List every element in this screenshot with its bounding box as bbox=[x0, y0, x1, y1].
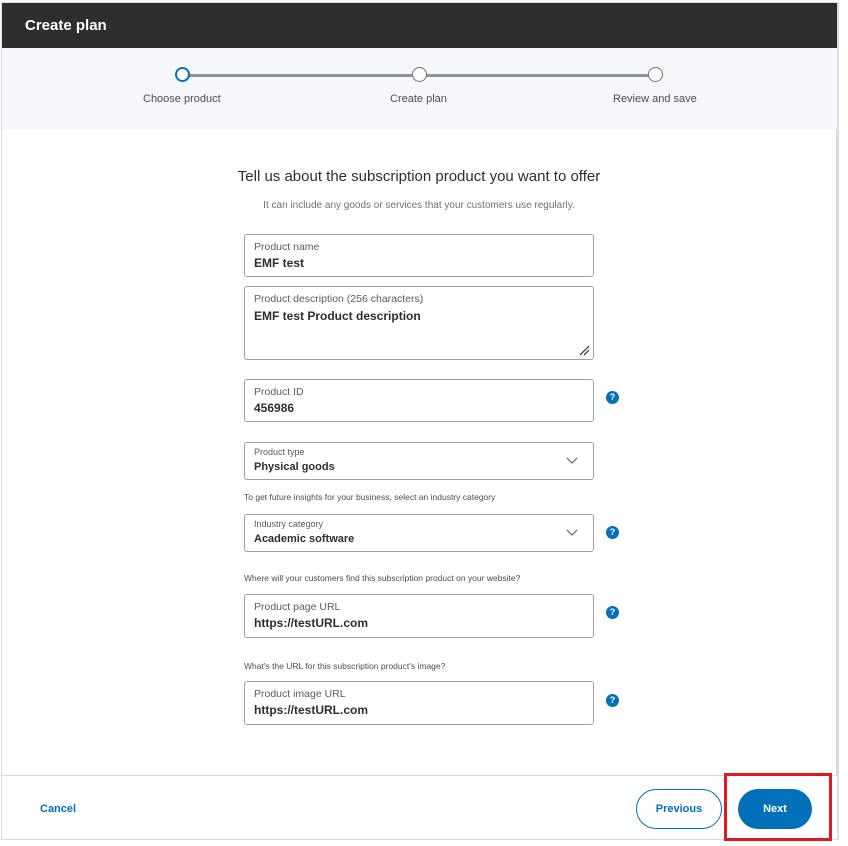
step-dot-choose-product bbox=[175, 67, 190, 82]
product-image-url-label: Product image URL bbox=[254, 688, 346, 700]
cancel-link[interactable]: Cancel bbox=[40, 803, 76, 815]
industry-category-hint: To get future insights for your business… bbox=[244, 492, 496, 502]
chevron-down-icon bbox=[566, 529, 578, 536]
product-id-value[interactable]: 456986 bbox=[254, 401, 294, 415]
product-name-value[interactable]: EMF test bbox=[254, 256, 304, 270]
product-image-url-hint: What's the URL for this subscription pro… bbox=[244, 661, 446, 671]
product-page-url-field[interactable]: Product page URL https://testURL.com bbox=[244, 594, 594, 638]
next-button-highlight-box bbox=[724, 773, 832, 841]
product-type-value: Physical goods bbox=[254, 461, 335, 473]
stepper-connector bbox=[188, 74, 412, 77]
product-description-value[interactable]: EMF test Product description bbox=[254, 309, 421, 323]
resize-handle-icon[interactable] bbox=[579, 345, 590, 356]
step-label-choose-product: Choose product bbox=[143, 93, 221, 105]
product-description-label: Product description (256 characters) bbox=[254, 293, 424, 305]
scrollbar-track bbox=[837, 2, 839, 840]
dialog-header: Create plan bbox=[2, 3, 837, 48]
page-title: Create plan bbox=[25, 17, 107, 34]
product-id-label: Product ID bbox=[254, 386, 304, 398]
stepper-connector bbox=[426, 74, 649, 77]
industry-category-help-icon[interactable]: ? bbox=[606, 526, 619, 539]
product-name-field[interactable]: Product name EMF test bbox=[244, 234, 594, 277]
form-heading: Tell us about the subscription product y… bbox=[237, 168, 601, 185]
product-page-url-value[interactable]: https://testURL.com bbox=[254, 616, 368, 630]
product-name-label: Product name bbox=[254, 241, 320, 253]
product-type-select[interactable]: Product type Physical goods bbox=[244, 442, 594, 480]
product-page-url-hint: Where will your customers find this subs… bbox=[244, 573, 521, 583]
product-image-url-field[interactable]: Product image URL https://testURL.com bbox=[244, 681, 594, 725]
step-label-review-save: Review and save bbox=[613, 93, 697, 105]
product-description-field[interactable]: Product description (256 characters) EMF… bbox=[244, 286, 594, 360]
industry-category-select[interactable]: Industry category Academic software bbox=[244, 514, 594, 552]
product-type-label: Product type bbox=[254, 447, 305, 457]
chevron-down-icon bbox=[566, 457, 578, 464]
progress-stepper: Choose product Create plan Review and sa… bbox=[2, 48, 837, 130]
product-image-url-help-icon[interactable]: ? bbox=[606, 694, 619, 707]
step-dot-review-save bbox=[648, 67, 663, 82]
step-label-create-plan: Create plan bbox=[390, 93, 447, 105]
previous-button[interactable]: Previous bbox=[636, 789, 722, 829]
product-page-url-label: Product page URL bbox=[254, 601, 341, 613]
industry-category-value: Academic software bbox=[254, 533, 355, 545]
step-dot-create-plan bbox=[412, 67, 427, 82]
product-image-url-value[interactable]: https://testURL.com bbox=[254, 703, 368, 717]
product-id-field[interactable]: Product ID 456986 bbox=[244, 379, 594, 422]
product-page-url-help-icon[interactable]: ? bbox=[606, 606, 619, 619]
industry-category-label: Industry category bbox=[254, 519, 324, 529]
product-id-help-icon[interactable]: ? bbox=[606, 391, 619, 404]
form-subheading: It can include any goods or services tha… bbox=[263, 200, 575, 211]
